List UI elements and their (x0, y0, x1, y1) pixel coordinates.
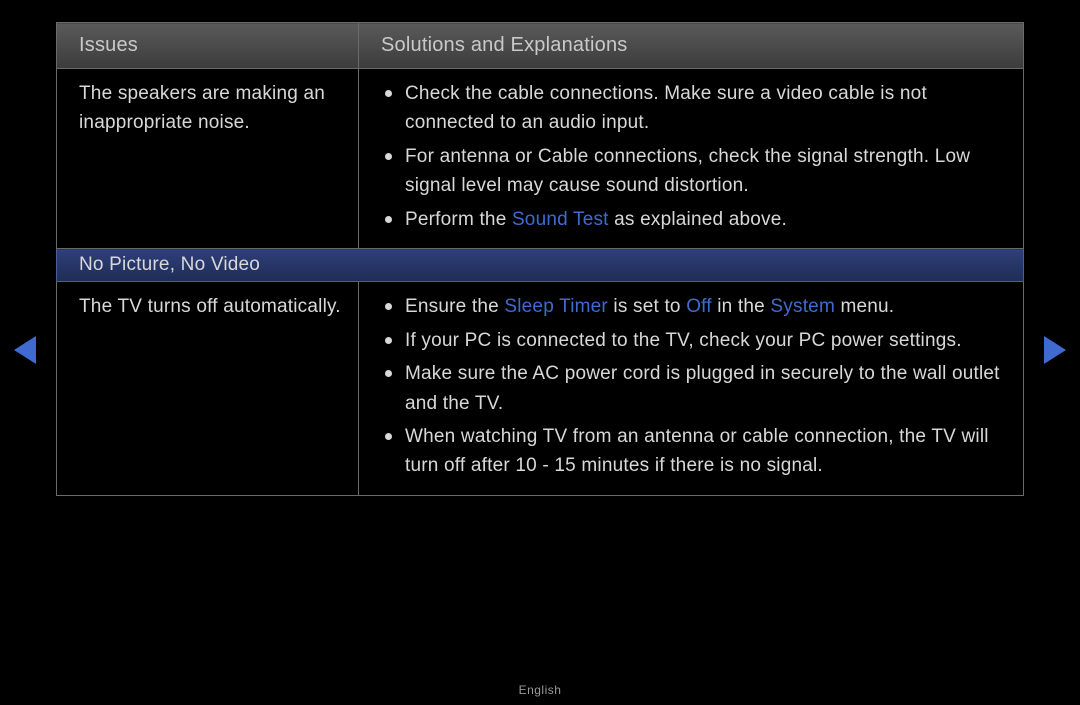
keyword-off: Off (686, 296, 712, 317)
table-row: The speakers are making an inappropriate… (57, 69, 1024, 249)
solution-item: Make sure the AC power cord is plugged i… (383, 359, 1005, 418)
table-header-row: Issues Solutions and Explanations (57, 23, 1024, 69)
footer-language: English (0, 683, 1080, 697)
solution-text: as explained above. (609, 209, 787, 230)
header-issues: Issues (57, 23, 359, 69)
solution-text: in the (712, 296, 771, 317)
header-solutions: Solutions and Explanations (359, 23, 1024, 69)
keyword-sleep-timer: Sleep Timer (504, 296, 608, 317)
solution-cell: Ensure the Sleep Timer is set to Off in … (359, 282, 1024, 496)
solution-item: If your PC is connected to the TV, check… (383, 326, 1005, 355)
solution-text: Perform the (405, 209, 512, 230)
keyword-sound-test: Sound Test (512, 209, 609, 230)
solution-item: Perform the Sound Test as explained abov… (383, 205, 1005, 234)
solution-cell: Check the cable connections. Make sure a… (359, 69, 1024, 249)
solution-text: Ensure the (405, 296, 504, 317)
issue-cell: The speakers are making an inappropriate… (57, 69, 359, 249)
issue-cell: The TV turns off automatically. (57, 282, 359, 496)
keyword-system: System (770, 296, 835, 317)
solution-text: menu. (835, 296, 894, 317)
solution-item: Check the cable connections. Make sure a… (383, 79, 1005, 138)
table-row: The TV turns off automatically. Ensure t… (57, 282, 1024, 496)
solution-item: When watching TV from an antenna or cabl… (383, 422, 1005, 481)
section-title: No Picture, No Video (57, 249, 1024, 282)
next-page-arrow-icon[interactable] (1044, 336, 1066, 364)
solution-item: Ensure the Sleep Timer is set to Off in … (383, 292, 1005, 321)
solution-item: For antenna or Cable connections, check … (383, 142, 1005, 201)
previous-page-arrow-icon[interactable] (14, 336, 36, 364)
section-header-row: No Picture, No Video (57, 249, 1024, 282)
manual-page: Issues Solutions and Explanations The sp… (0, 0, 1080, 705)
solution-text: is set to (608, 296, 686, 317)
troubleshooting-table: Issues Solutions and Explanations The sp… (56, 22, 1024, 496)
